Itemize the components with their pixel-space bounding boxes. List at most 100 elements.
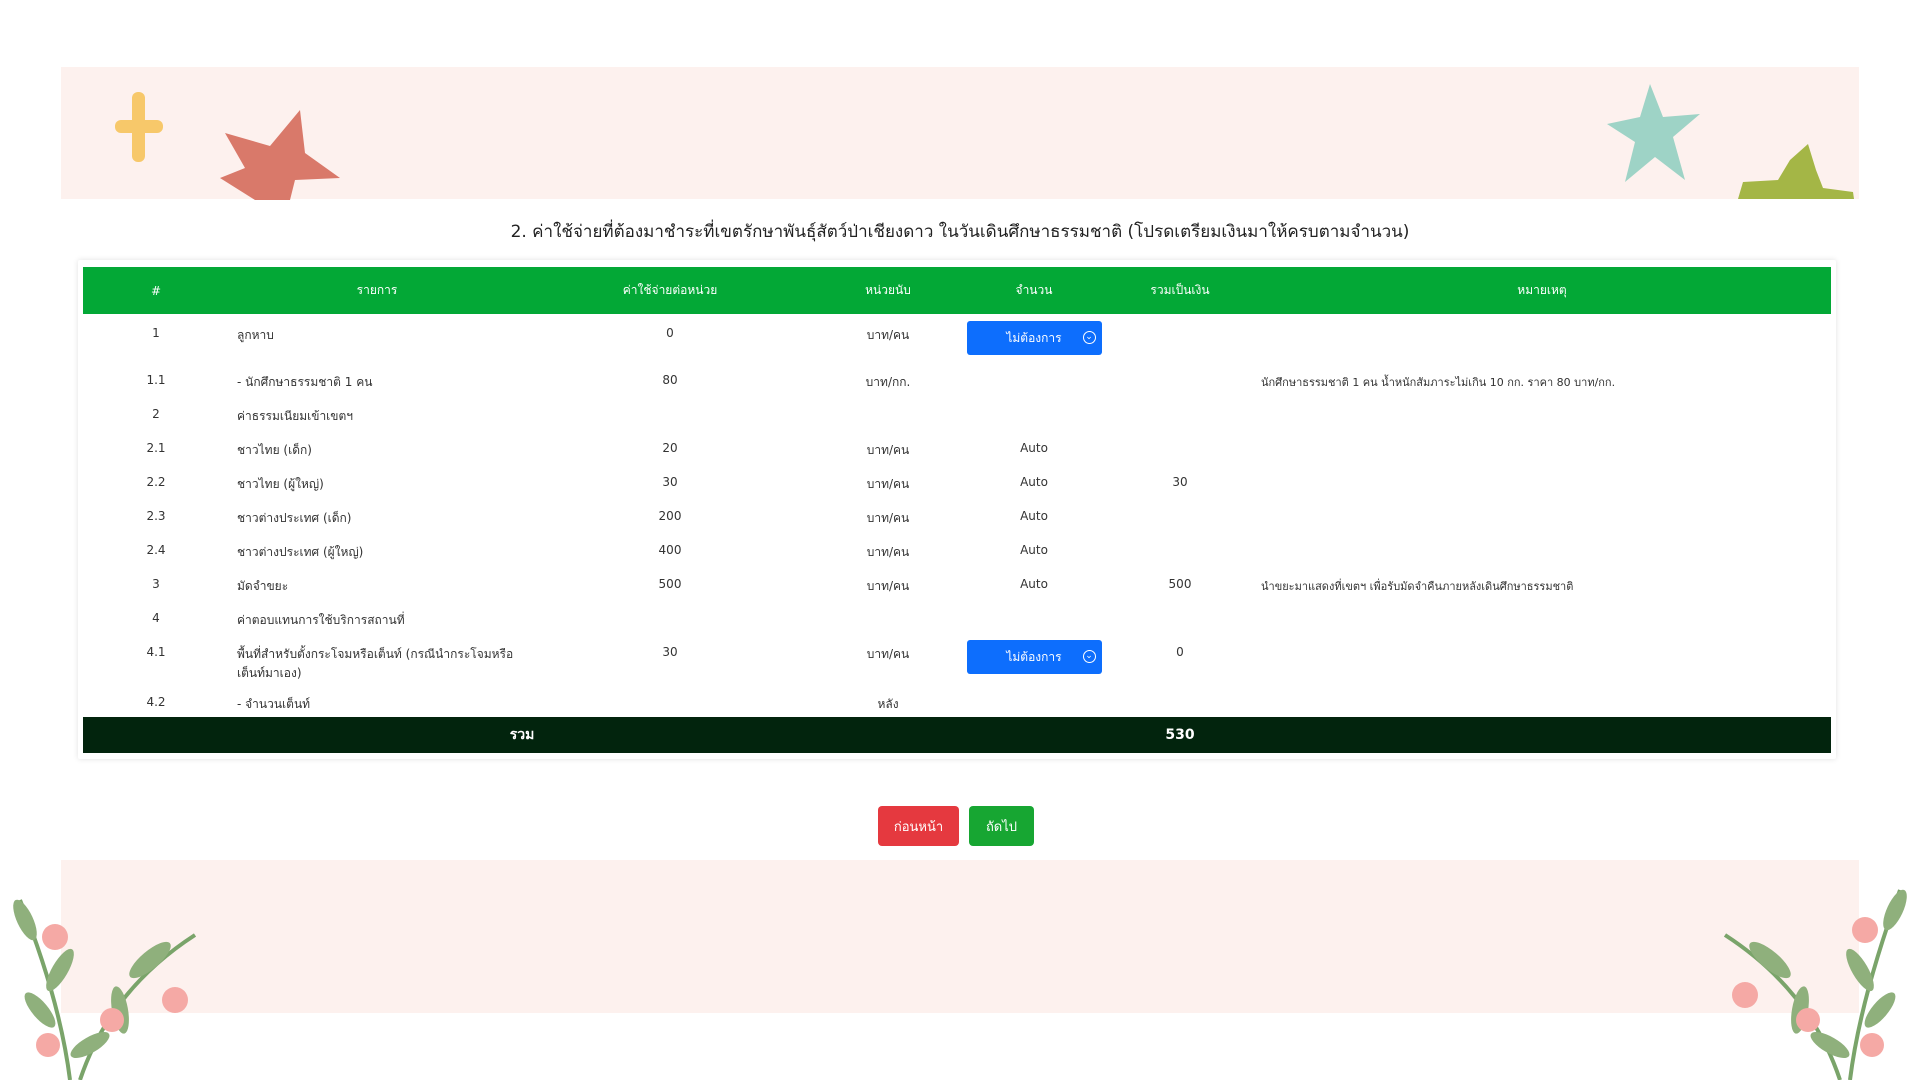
row-unit-cost [525,395,815,429]
row-number: 4 [152,611,160,625]
row-unit-cost [525,683,815,717]
cost-table: # รายการ ค่าใช้จ่ายต่อหน่วย หน่วยนับ จำน… [83,267,1831,753]
table-row: 4.1 พื้นที่สำหรับตั้งกระโจมหรือเต็นท์ (กร… [83,633,1831,683]
row-qty [961,683,1107,717]
row-number: 2.1 [146,441,166,455]
row-note [1253,683,1831,717]
row-item: - นักศึกษาธรรมชาติ 1 คน [237,375,373,389]
table-row: 4.2 - จำนวนเต็นท์ หลัง [83,683,1831,717]
footer-total: 530 [1107,717,1253,753]
row-unit [815,395,961,429]
row-unit: บาท/คน [866,647,910,661]
row-qty [961,361,1107,395]
row-number: 1.1 [146,373,166,387]
row-total [1107,599,1253,633]
quantity-select-label: ไม่ต้องการ [1006,330,1062,345]
row-qty: Auto [1020,509,1048,523]
row-note [1253,395,1831,429]
table-row: 2 ค่าธรรมเนียมเข้าเขตฯ [83,395,1831,429]
table-header-row: # รายการ ค่าใช้จ่ายต่อหน่วย หน่วยนับ จำน… [83,267,1831,314]
row-qty: Auto [1020,577,1048,591]
chevron-down-circle-icon: ⌄ [1082,650,1096,663]
row-total [1107,314,1253,361]
row-total [1107,683,1253,717]
row-item: ชาวต่างประเทศ (ผู้ใหญ่) [237,545,364,559]
quantity-select[interactable]: ไม่ต้องการ ⌄ [966,321,1102,355]
plant-decoration-icon [13,899,197,1080]
table-row: 4 ค่าตอบแทนการใช้บริการสถานที่ [83,599,1831,633]
next-button[interactable]: ถัดไป [969,806,1034,846]
row-number: 3 [152,577,160,591]
hill-decoration-icon [1738,144,1854,199]
col-header-unit: หน่วยนับ [815,267,961,314]
row-unit: บาท/คน [866,579,910,593]
col-header-item: รายการ [229,267,525,314]
row-qty [961,599,1107,633]
row-item: - จำนวนเต็นท์ [237,697,311,711]
row-unit-cost: 0 [666,326,674,340]
col-header-no: # [83,267,229,314]
cost-table-card: # รายการ ค่าใช้จ่ายต่อหน่วย หน่วยนับ จำน… [78,260,1836,759]
plant-decoration-icon [1723,889,1907,1080]
table-row: 3 มัดจำขยะ 500 บาท/คน Auto 500 นำขยะมาแสดงที่เ… [83,565,1831,599]
row-unit: บาท/คน [866,545,910,559]
table-row: 2.1 ชาวไทย (เด็ก) 20 บาท/คน Auto [83,429,1831,463]
row-qty: Auto [1020,475,1048,489]
row-note [1253,497,1831,531]
row-note [1253,314,1831,361]
row-unit-cost: 200 [658,509,682,523]
bottom-decor-band [61,860,1859,1013]
star-decoration-icon [220,110,340,200]
row-unit: บาท/กก. [865,375,911,389]
row-qty [961,395,1107,429]
row-item: ชาวต่างประเทศ (เด็ก) [237,511,352,525]
row-item: ค่าธรรมเนียมเข้าเขตฯ [237,409,354,423]
row-number: 2.4 [146,543,166,557]
row-number: 2 [152,407,160,421]
row-unit [815,599,961,633]
row-unit: บาท/คน [866,477,910,491]
row-number: 4.2 [146,695,166,709]
row-unit: บาท/คน [866,328,910,342]
table-row: 1 ลูกหาบ 0 บาท/คน ไม่ต้องการ ⌄ [83,314,1831,361]
row-total: 500 [1168,577,1192,591]
row-total [1107,429,1253,463]
row-number: 1 [152,326,160,340]
row-unit-cost: 30 [662,475,678,489]
table-row: 2.3 ชาวต่างประเทศ (เด็ก) 200 บาท/คน Auto [83,497,1831,531]
table-row: 1.1 - นักศึกษาธรรมชาติ 1 คน 80 บาท/กก. นักศึ… [83,361,1831,395]
row-item: ชาวไทย (เด็ก) [237,443,312,457]
row-total [1107,361,1253,395]
row-total [1107,497,1253,531]
row-item: ลูกหาบ [237,328,274,342]
row-item: พื้นที่สำหรับตั้งกระโจมหรือเต็นท์ (กรณีน… [237,647,514,680]
row-note [1253,599,1831,633]
table-footer-row: รวม 530 [83,717,1831,753]
row-total [1107,531,1253,565]
col-header-note: หมายเหตุ [1253,267,1831,314]
row-qty: Auto [1020,441,1048,455]
quantity-select-label: ไม่ต้องการ [1006,649,1062,664]
row-total [1107,395,1253,429]
row-unit-cost: 80 [662,373,678,387]
previous-button[interactable]: ก่อนหน้า [878,806,959,846]
row-number: 2.3 [146,509,166,523]
row-note: นำขยะมาแสดงที่เขตฯ เพื่อรับมัดจำคืนภายหล… [1261,580,1574,593]
col-header-total: รวมเป็นเงิน [1107,267,1253,314]
row-total: 0 [1176,645,1184,659]
row-unit-cost: 30 [662,645,678,659]
row-unit-cost: 20 [662,441,678,455]
table-row: 2.4 ชาวต่างประเทศ (ผู้ใหญ่) 400 บาท/คน Auto [83,531,1831,565]
plus-decoration-icon [115,92,163,162]
row-total: 30 [1172,475,1188,489]
quantity-select[interactable]: ไม่ต้องการ ⌄ [966,640,1102,674]
chevron-down-circle-icon: ⌄ [1082,331,1096,344]
row-unit-cost: 500 [658,577,682,591]
footer-label: รวม [83,717,961,753]
col-header-unit-cost: ค่าใช้จ่ายต่อหน่วย [525,267,815,314]
row-item: ชาวไทย (ผู้ใหญ่) [237,477,324,491]
row-item: มัดจำขยะ [237,579,289,593]
table-row: 2.2 ชาวไทย (ผู้ใหญ่) 30 บาท/คน Auto 30 [83,463,1831,497]
row-note [1253,531,1831,565]
row-note [1253,463,1831,497]
